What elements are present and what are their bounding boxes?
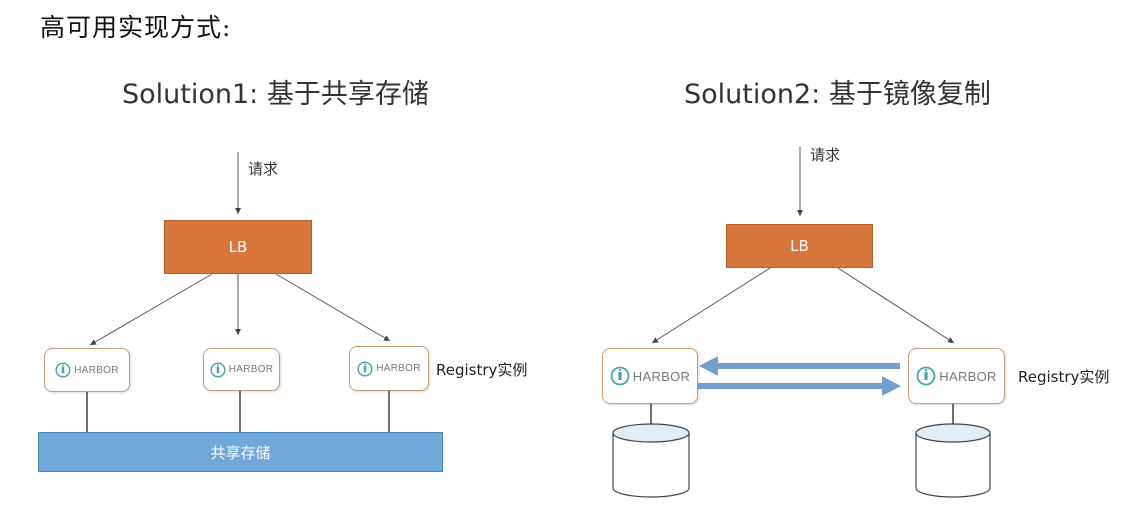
harbor-logo-icon <box>610 366 630 386</box>
harbor-logo-icon <box>210 361 226 378</box>
shared-storage-box: 共享存储 <box>38 432 443 472</box>
solution1-title: Solution1: 基于共享存储 <box>122 79 429 110</box>
solution1-harbor-instance-1: HARBOR <box>44 348 130 392</box>
s2-lb-to-harbor-right-arrow <box>837 267 955 344</box>
harbor-label: HARBOR <box>74 364 119 376</box>
s1-lb-to-harbor3-arrow <box>275 273 391 342</box>
harbor-label: HARBOR <box>228 364 274 375</box>
solution1-harbor-instance-3: HARBOR <box>349 346 429 391</box>
solution1-harbor-instance-2: HARBOR <box>203 348 280 391</box>
ha-diagram: 高可用实现方式: Solution1: 基于共享存储 请求 LB HARBOR … <box>0 0 1135 524</box>
solution2-harbor-instance-left: HARBOR <box>602 348 698 404</box>
harbor-logo-icon <box>916 366 936 386</box>
replication-arrow-right <box>698 376 901 396</box>
solution2-title: Solution2: 基于镜像复制 <box>684 79 991 110</box>
harbor-label: HARBOR <box>632 368 691 384</box>
harbor-logo-icon <box>357 360 373 377</box>
solution2-lb-box: LB <box>726 224 873 268</box>
harbor-label: HARBOR <box>939 368 997 384</box>
database-cylinder-icon <box>915 423 991 498</box>
solution1-registry-label: Registry实例 <box>436 361 528 379</box>
s2-lb-to-harbor-left-arrow <box>651 267 771 344</box>
harbor-label: HARBOR <box>376 363 421 374</box>
solution1-request-label: 请求 <box>248 160 279 178</box>
s1-lb-to-harbor1-arrow <box>89 273 213 346</box>
harbor-logo-icon <box>55 362 71 378</box>
solution1-lb-box: LB <box>164 220 312 274</box>
database-cylinder-icon <box>612 423 690 498</box>
solution2-harbor-instance-right: HARBOR <box>908 348 1005 404</box>
solution2-request-label: 请求 <box>810 146 841 164</box>
solution2-registry-label: Registry实例 <box>1018 368 1110 386</box>
replication-arrow-left <box>699 356 900 376</box>
